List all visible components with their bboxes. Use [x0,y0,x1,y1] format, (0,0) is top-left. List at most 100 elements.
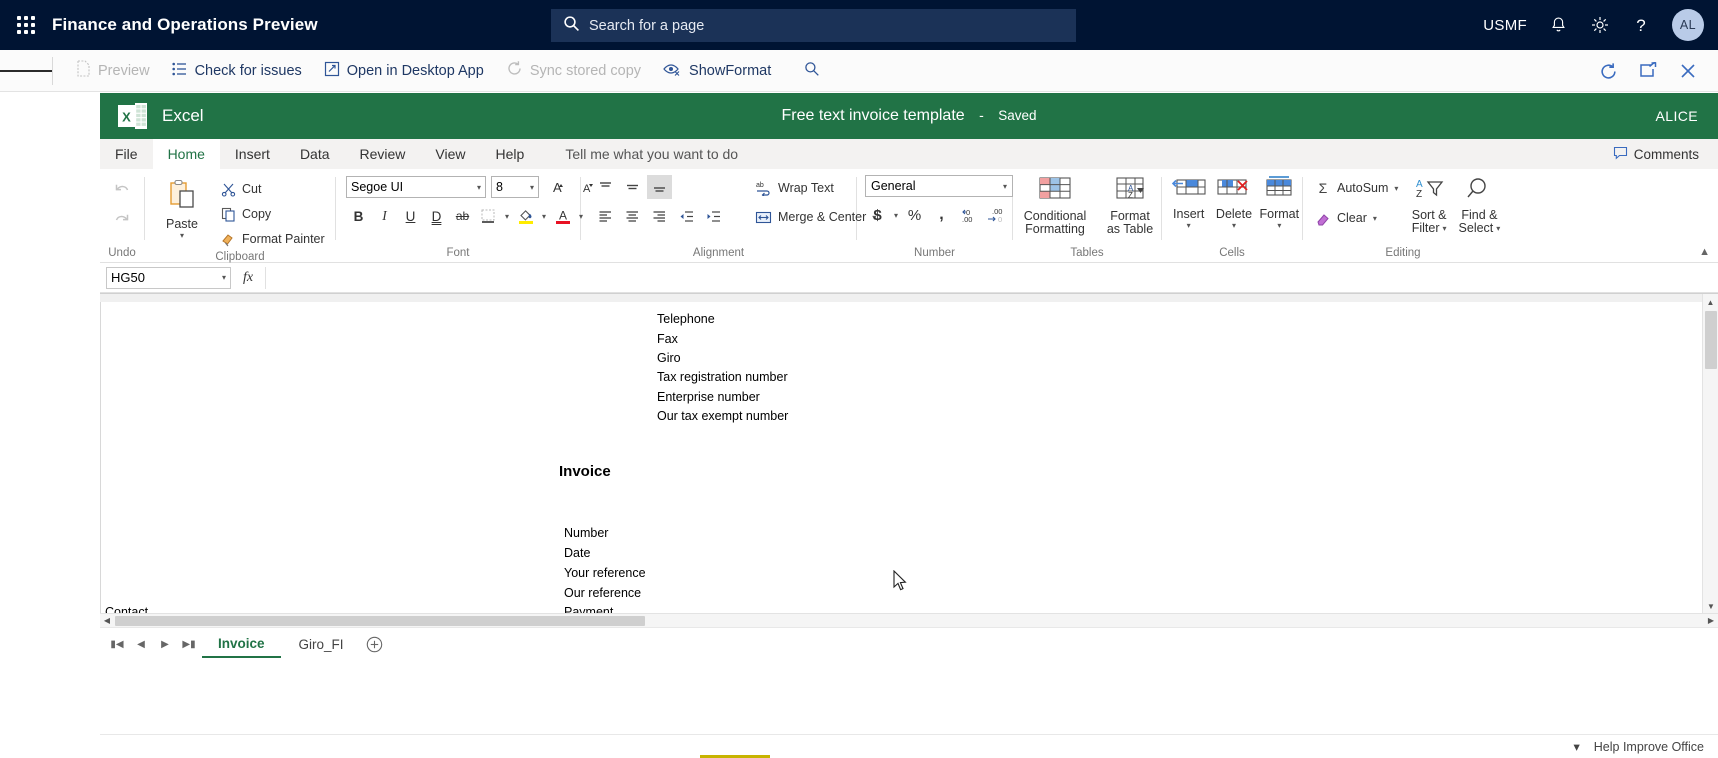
insert-function-button[interactable]: fx [237,267,259,289]
cell-telephone[interactable]: Telephone [657,312,715,326]
font-color-button[interactable]: A [550,204,575,228]
scroll-left-arrow-icon[interactable]: ◀ [100,616,114,625]
undo-button[interactable] [110,177,135,201]
horizontal-scroll-thumb[interactable] [115,615,645,626]
cut-button[interactable]: Cut [217,178,329,200]
font-name-select[interactable]: Segoe UI ▾ [346,176,486,198]
decrease-indent-button[interactable] [674,204,699,228]
insert-cells-button[interactable]: Insert ▾ [1166,173,1211,230]
bold-button[interactable]: B [346,204,371,228]
tab-home[interactable]: Home [152,139,220,169]
show-format-button[interactable]: ShowFormat [652,50,782,92]
autosum-button[interactable]: Σ AutoSum ▾ [1311,177,1402,199]
first-sheet-button[interactable]: ▮◀ [106,632,128,658]
align-right-button[interactable] [647,204,672,228]
sort-and-filter-button[interactable]: AZ Sort & Filter ▾ [1406,174,1451,235]
decrease-decimal-button[interactable]: .00 0 [983,203,1008,227]
percent-format-button[interactable]: % [902,203,927,227]
fill-color-button[interactable] [513,204,538,228]
tab-help[interactable]: Help [481,139,540,169]
copy-button[interactable]: Copy [217,203,329,225]
align-middle-button[interactable] [620,175,645,199]
document-title[interactable]: Free text invoice template [781,107,964,124]
chevron-down-icon[interactable]: ▾ [180,231,184,240]
chevron-down-icon[interactable]: ▾ [1232,221,1236,230]
cell-contact[interactable]: Contact [105,605,148,613]
cell-your-reference[interactable]: Your reference [564,566,646,580]
check-for-issues-button[interactable]: Check for issues [161,50,313,92]
tab-data[interactable]: Data [285,139,345,169]
scroll-up-arrow-icon[interactable]: ▲ [1703,294,1718,310]
chevron-down-icon[interactable]: ▾ [1496,222,1500,235]
redo-button[interactable] [110,207,135,231]
chevron-down-icon[interactable]: ▾ [502,212,512,221]
clear-button[interactable]: Clear ▾ [1311,207,1402,229]
delete-cells-button[interactable]: Delete ▾ [1211,173,1256,230]
add-sheet-button[interactable] [362,632,388,658]
borders-button[interactable] [476,204,501,228]
grid-cells-area[interactable]: Telephone Fax Giro Tax registration numb… [100,302,1718,613]
accounting-format-button[interactable]: $ [865,203,890,227]
avatar[interactable]: AL [1672,9,1704,41]
cell-our-reference[interactable]: Our reference [564,586,641,600]
align-center-button[interactable] [620,204,645,228]
chevron-down-icon[interactable]: ▾ [892,211,900,220]
app-launcher-button[interactable] [0,16,52,34]
align-left-button[interactable] [593,204,618,228]
strikethrough-button[interactable]: ab [450,204,475,228]
increase-indent-button[interactable] [701,204,726,228]
format-as-table-button[interactable]: AZ Format as Table [1099,173,1161,236]
status-caret-button[interactable]: ▾ [1573,739,1579,754]
cell-payment[interactable]: Payment [564,605,613,613]
question-mark-icon[interactable]: ? [1632,15,1650,35]
sheet-tab-invoice[interactable]: Invoice [202,632,281,658]
next-sheet-button[interactable]: ▶ [154,632,176,658]
prev-sheet-button[interactable]: ◀ [130,632,152,658]
sync-stored-copy-button[interactable]: Sync stored copy [495,50,652,92]
font-size-select[interactable]: 8 ▾ [491,176,539,198]
gear-icon[interactable] [1590,15,1610,35]
cell-our-tax-exempt-number[interactable]: Our tax exempt number [657,409,788,423]
save-state[interactable]: Saved [998,108,1036,123]
scroll-right-arrow-icon[interactable]: ▶ [1704,616,1718,625]
name-box[interactable]: HG50 ▾ [106,266,231,289]
number-format-select[interactable]: General ▾ [865,175,1013,197]
help-improve-office-link[interactable]: Help Improve Office [1594,740,1704,754]
align-bottom-button[interactable] [647,175,672,199]
tab-review[interactable]: Review [345,139,421,169]
align-top-button[interactable] [593,175,618,199]
spreadsheet-grid[interactable]: Telephone Fax Giro Tax registration numb… [100,293,1718,613]
underline-button[interactable]: U [398,204,423,228]
global-search-input[interactable]: Search for a page [551,9,1076,42]
grow-font-button[interactable]: A [544,175,569,199]
chevron-down-icon[interactable]: ▾ [1187,221,1191,230]
scroll-down-arrow-icon[interactable]: ▼ [1703,598,1718,613]
italic-button[interactable]: I [372,204,397,228]
format-cells-button[interactable]: Format ▾ [1257,173,1302,230]
cell-tax-registration-number[interactable]: Tax registration number [657,370,788,384]
chevron-down-icon[interactable]: ▾ [1373,214,1377,223]
tab-insert[interactable]: Insert [220,139,285,169]
open-in-desktop-app-button[interactable]: Open in Desktop App [313,50,495,92]
cell-giro[interactable]: Giro [657,351,681,365]
chevron-down-icon[interactable]: ▾ [1277,221,1281,230]
double-underline-button[interactable]: D [424,204,449,228]
tab-view[interactable]: View [420,139,480,169]
strip-search-button[interactable] [782,50,831,92]
horizontal-scrollbar[interactable]: ◀ ▶ [100,613,1718,627]
vertical-scrollbar[interactable]: ▲ ▼ [1702,294,1718,613]
vertical-scroll-thumb[interactable] [1705,311,1717,369]
chevron-down-icon[interactable]: ▾ [1394,184,1398,193]
comma-style-button[interactable]: , [929,203,954,227]
company-selector[interactable]: USMF [1483,17,1527,34]
cell-date[interactable]: Date [564,546,590,560]
chevron-down-icon[interactable]: ▾ [539,212,549,221]
cell-number[interactable]: Number [564,526,608,540]
navigation-menu-button[interactable] [0,50,52,92]
sheet-tab-giro-fi[interactable]: Giro_FI [283,632,360,658]
refresh-icon[interactable] [1599,62,1618,81]
signed-in-user[interactable]: ALICE [1656,108,1698,124]
last-sheet-button[interactable]: ▶▮ [178,632,200,658]
paste-button[interactable]: Paste ▾ [153,175,211,240]
cell-enterprise-number[interactable]: Enterprise number [657,390,760,404]
